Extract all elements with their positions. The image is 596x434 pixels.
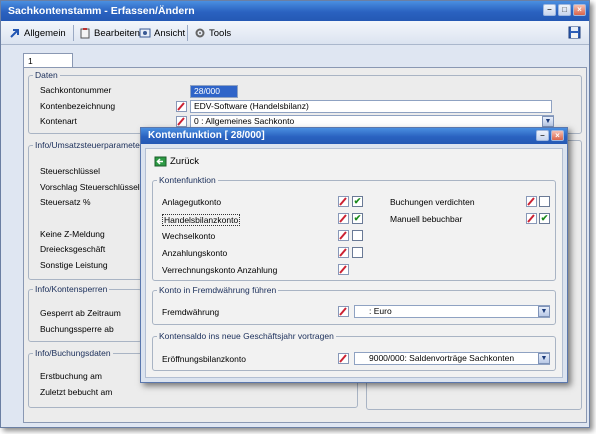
bearbeiten-label: Bearbeiten <box>94 27 140 39</box>
anlagegutkonto-label: Anlagegutkonto <box>162 197 222 207</box>
allgemein-menu[interactable]: Allgemein <box>9 26 66 40</box>
anzahlungskonto-label: Anzahlungskonto <box>162 248 228 258</box>
edit-icon[interactable] <box>176 116 187 127</box>
sonstige-leistung-label: Sonstige Leistung <box>40 260 108 270</box>
erstbuchung-label: Erstbuchung am <box>40 371 102 381</box>
clipboard-icon <box>80 28 90 39</box>
manuell-bebuchbar-label: Manuell bebuchbar <box>390 214 463 224</box>
kontenbezeichnung-label: Kontenbezeichnung <box>40 101 116 111</box>
kontenfunktion-dialog: Kontenfunktion [ 28/000] – × Zurück Kont… <box>140 127 568 383</box>
buchungen-verdichten-checkbox[interactable] <box>539 196 550 207</box>
maximize-icon[interactable]: □ <box>558 4 571 16</box>
bearbeiten-menu[interactable]: Bearbeiten <box>79 26 140 40</box>
steuersatz-label: Steuersatz % <box>40 197 91 207</box>
edit-icon[interactable] <box>338 306 349 317</box>
main-titlebar[interactable]: Sachkontenstamm - Erfassen/Ändern – □ × <box>1 1 589 21</box>
toolbar-divider <box>73 25 74 41</box>
chevron-down-icon[interactable]: ▼ <box>538 306 550 317</box>
sperren-legend: Info/Kontensperren <box>35 284 108 294</box>
allgemein-label: Allgemein <box>24 27 66 39</box>
tab-allgemein[interactable]: 1 Allgemein <box>23 53 73 76</box>
wechselkonto-checkbox[interactable] <box>352 230 363 241</box>
ansicht-menu[interactable]: Ansicht <box>139 26 185 40</box>
sachkontonummer-label: Sachkontonummer <box>40 85 112 95</box>
dreiecksgeschaeft-label: Dreiecksgeschäft <box>40 244 106 254</box>
edit-icon[interactable] <box>176 101 187 112</box>
kontenbezeichnung-field[interactable]: EDV-Software (Handelsbilanz) <box>190 100 552 113</box>
handelsbilanzkonto-label: Handelsbilanzkonto <box>162 214 241 226</box>
edit-icon[interactable] <box>338 247 349 258</box>
window-title: Sachkontenstamm - Erfassen/Ändern <box>8 5 195 17</box>
view-icon <box>139 28 151 38</box>
fremdwaehrung-legend: Konto in Fremdwährung führen <box>159 285 277 295</box>
dialog-body: Zurück Kontenfunktion Anlagegutkonto ✔ H… <box>145 148 563 378</box>
eroeffnungsbilanzkonto-dropdown[interactable]: 9000/000: Saldenvorträge Sachkonten <box>354 352 550 365</box>
toolbar: Allgemein Bearbeiten Ansicht Tools <box>1 21 589 45</box>
saldovortrag-group: Kontensaldo ins neue Geschäftsjahr vortr… <box>152 331 556 371</box>
close-icon[interactable]: × <box>573 4 586 16</box>
zurueck-button[interactable]: Zurück <box>154 155 199 167</box>
buchungen-verdichten-label: Buchungen verdichten <box>390 197 475 207</box>
close-icon[interactable]: × <box>551 130 564 141</box>
minimize-icon[interactable]: – <box>536 130 549 141</box>
keine-z-meldung-label: Keine Z-Meldung <box>40 229 105 239</box>
buchungssperre-label: Buchungssperre ab <box>40 324 114 334</box>
vorschlag-steuerschluessel-label: Vorschlag Steuerschlüssel <box>40 182 140 192</box>
fremdwaehrung-dropdown[interactable]: : Euro <box>354 305 550 318</box>
dialog-titlebar[interactable]: Kontenfunktion [ 28/000] – × <box>141 128 567 144</box>
steuerschluessel-label: Steuerschlüssel <box>40 166 101 176</box>
gesperrt-label: Gesperrt ab Zeitraum <box>40 308 121 318</box>
verrechnungskonto-label: Verrechnungskonto Anzahlung <box>162 265 278 275</box>
ust-group: Info/Umsatzsteuerparameter <box>28 140 146 280</box>
arrow-icon <box>10 29 19 38</box>
save-icon[interactable] <box>568 26 581 39</box>
chevron-down-icon[interactable]: ▼ <box>538 353 550 364</box>
minimize-icon[interactable]: – <box>543 4 556 16</box>
daten-legend: Daten <box>35 70 58 80</box>
edit-icon[interactable] <box>526 196 537 207</box>
fremdwaehrung-label: Fremdwährung <box>162 307 220 317</box>
back-icon <box>154 156 167 167</box>
manuell-bebuchbar-checkbox[interactable]: ✔ <box>539 213 550 224</box>
sachkontonummer-field[interactable]: 28/000 <box>190 85 238 98</box>
ansicht-label: Ansicht <box>154 27 186 39</box>
gear-icon <box>195 28 205 38</box>
ust-legend: Info/Umsatzsteuerparameter <box>35 140 143 150</box>
kontenfunktion-legend: Kontenfunktion <box>159 175 216 185</box>
edit-icon[interactable] <box>526 213 537 224</box>
chevron-down-icon[interactable]: ▼ <box>542 116 554 127</box>
zuletzt-bebucht-label: Zuletzt bebucht am <box>40 387 113 397</box>
anzahlungskonto-checkbox[interactable] <box>352 247 363 258</box>
edit-icon[interactable] <box>338 230 349 241</box>
handelsbilanzkonto-checkbox[interactable]: ✔ <box>352 213 363 224</box>
edit-icon[interactable] <box>338 196 349 207</box>
zurueck-label: Zurück <box>170 155 200 167</box>
edit-icon[interactable] <box>338 353 349 364</box>
buchungsdaten-legend: Info/Buchungsdaten <box>35 348 111 358</box>
edit-icon[interactable] <box>338 264 349 275</box>
tools-label: Tools <box>209 27 232 39</box>
saldovortrag-legend: Kontensaldo ins neue Geschäftsjahr vortr… <box>159 331 334 341</box>
edit-icon[interactable] <box>338 213 349 224</box>
dialog-title: Kontenfunktion [ 28/000] <box>148 130 265 141</box>
eroeffnungsbilanzkonto-label: Eröffnungsbilanzkonto <box>162 354 246 364</box>
anlagegutkonto-checkbox[interactable]: ✔ <box>352 196 363 207</box>
wechselkonto-label: Wechselkonto <box>162 231 216 241</box>
toolbar-divider-2 <box>187 25 188 41</box>
kontenart-label: Kontenart <box>40 116 77 126</box>
tools-menu[interactable]: Tools <box>194 26 231 40</box>
